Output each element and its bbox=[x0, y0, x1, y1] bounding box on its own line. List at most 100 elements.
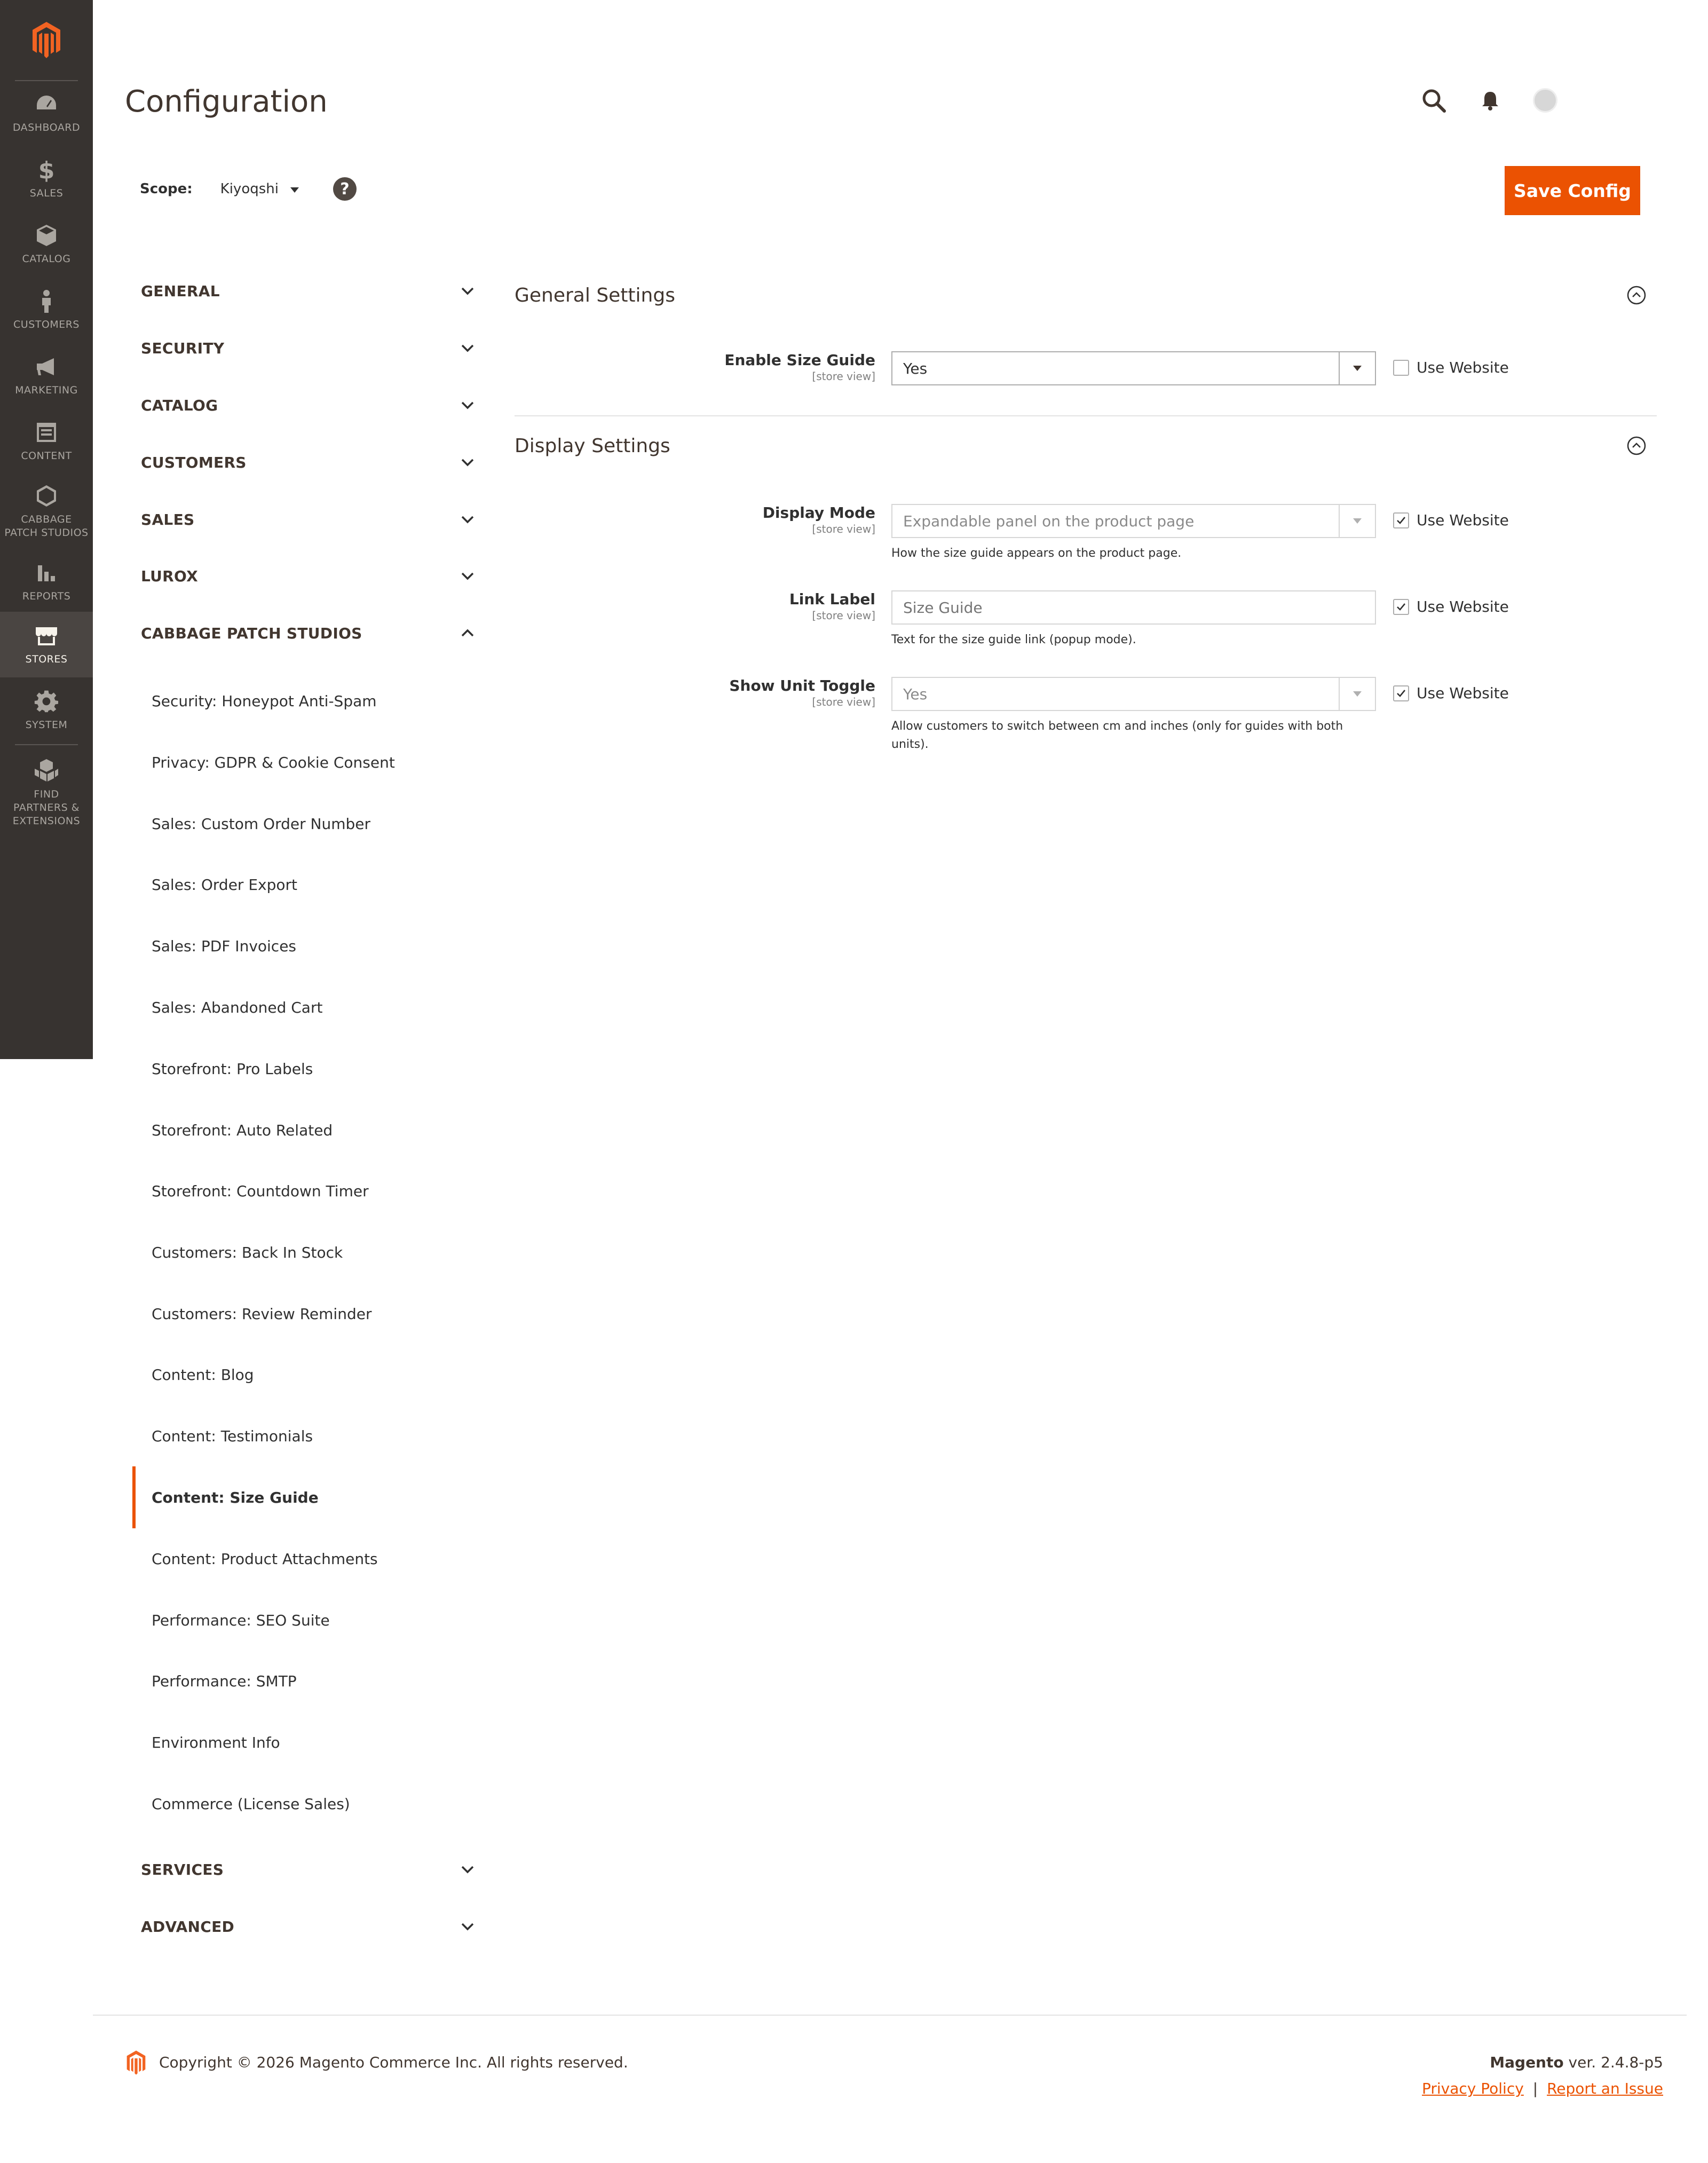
menu-item-sales[interactable]: $ Sales bbox=[0, 146, 93, 211]
tab-item-seo-suite[interactable]: Performance: SEO Suite bbox=[132, 1589, 477, 1651]
menu-item-label: Reports bbox=[22, 590, 71, 602]
bell-icon[interactable] bbox=[1480, 90, 1501, 111]
select-arrow-icon bbox=[1339, 352, 1375, 384]
menu-item-find-partners[interactable]: Find Partners & Extensions bbox=[0, 747, 93, 838]
tab-item-size-guide[interactable]: Content: Size Guide bbox=[132, 1466, 477, 1528]
menu-item-catalog[interactable]: Catalog bbox=[0, 211, 93, 277]
menu-item-stores[interactable]: Stores bbox=[0, 612, 93, 677]
tab-item-review-reminder[interactable]: Customers: Review Reminder bbox=[132, 1283, 477, 1345]
report-issue-link[interactable]: Report an Issue bbox=[1547, 2080, 1663, 2097]
use-website-enable[interactable]: Use Website bbox=[1393, 359, 1509, 376]
use-website-label: Use Website bbox=[1417, 598, 1509, 615]
tab-item-label: Environment Info bbox=[152, 1733, 280, 1751]
footer-links: Privacy Policy | Report an Issue bbox=[1422, 2080, 1663, 2097]
scope-bar: Scope: Kiyoqshi ? bbox=[140, 176, 357, 202]
tab-item-back-in-stock[interactable]: Customers: Back In Stock bbox=[132, 1221, 477, 1283]
field-link-label: Link Label [store view] Text for the siz… bbox=[515, 590, 1657, 654]
dollar-icon: $ bbox=[38, 157, 55, 183]
use-website-unit-toggle[interactable]: Use Website bbox=[1393, 684, 1509, 702]
user-avatar[interactable] bbox=[1533, 88, 1557, 113]
magento-logo[interactable] bbox=[0, 0, 93, 80]
menu-item-label: Sales bbox=[29, 187, 64, 199]
tab-item-commerce-license-sales[interactable]: Commerce (License Sales) bbox=[132, 1773, 477, 1835]
tab-item-honeypot-anti-spam[interactable]: Security: Honeypot Anti-Spam bbox=[132, 670, 477, 732]
chevron-down-icon bbox=[461, 459, 474, 467]
privacy-policy-link[interactable]: Privacy Policy bbox=[1422, 2080, 1524, 2097]
tab-group-advanced[interactable]: ADVANCED bbox=[125, 1903, 477, 1951]
tab-group-label: LUROX bbox=[141, 567, 199, 585]
footer-divider bbox=[93, 2015, 1687, 2016]
link-label-input[interactable] bbox=[891, 590, 1376, 625]
chevron-down-icon bbox=[461, 1866, 474, 1874]
display-mode-select[interactable]: Expandable panel on the product page bbox=[891, 504, 1376, 538]
tab-item-countdown-timer[interactable]: Storefront: Countdown Timer bbox=[132, 1160, 477, 1222]
tab-group-catalog[interactable]: CATALOG bbox=[125, 381, 477, 429]
enable-size-guide-select[interactable]: Yes bbox=[891, 351, 1376, 385]
field-note: Allow customers to switch between cm and… bbox=[891, 720, 1343, 751]
tab-group-customers[interactable]: CUSTOMERS bbox=[125, 438, 477, 486]
tab-item-label: Storefront: Pro Labels bbox=[152, 1060, 313, 1078]
admin-menu: Dashboard $ Sales Catalog Customers Mark… bbox=[0, 0, 93, 1059]
layout-icon bbox=[37, 423, 56, 442]
use-website-checkbox[interactable] bbox=[1393, 359, 1409, 376]
tab-group-label: GENERAL bbox=[141, 282, 220, 300]
menu-item-dashboard[interactable]: Dashboard bbox=[0, 80, 93, 146]
scope-switcher[interactable]: Kiyoqshi bbox=[220, 181, 299, 197]
chevron-down-icon bbox=[461, 287, 474, 295]
tab-group-general[interactable]: GENERAL bbox=[125, 267, 477, 315]
section-display-settings-header[interactable]: Display Settings bbox=[515, 427, 1657, 464]
tab-item-testimonials[interactable]: Content: Testimonials bbox=[132, 1405, 477, 1467]
tab-item-gdpr-cookie-consent[interactable]: Privacy: GDPR & Cookie Consent bbox=[132, 731, 477, 793]
tab-item-blog[interactable]: Content: Blog bbox=[132, 1344, 477, 1406]
search-icon[interactable] bbox=[1421, 88, 1446, 113]
use-website-checkbox[interactable] bbox=[1393, 685, 1409, 701]
menu-item-cabbage-patch-studios[interactable]: Cabbage Patch Studios bbox=[0, 474, 93, 549]
tab-item-order-export[interactable]: Sales: Order Export bbox=[132, 854, 477, 915]
tab-group-services[interactable]: SERVICES bbox=[125, 1845, 477, 1893]
menu-item-label: System bbox=[25, 719, 68, 731]
menu-item-marketing[interactable]: Marketing bbox=[0, 343, 93, 408]
menu-item-reports[interactable]: Reports bbox=[0, 549, 93, 614]
save-config-button[interactable]: Save Config bbox=[1505, 167, 1640, 215]
menu-item-label: Stores bbox=[25, 653, 68, 665]
help-icon[interactable]: ? bbox=[333, 177, 357, 201]
tab-group-lurox[interactable]: LUROX bbox=[125, 552, 477, 600]
use-website-label: Use Website bbox=[1417, 511, 1509, 529]
tab-item-label: Security: Honeypot Anti-Spam bbox=[152, 692, 377, 710]
collapse-up-icon[interactable] bbox=[1626, 285, 1647, 306]
menu-item-content[interactable]: Content bbox=[0, 408, 93, 474]
show-unit-toggle-select[interactable]: Yes bbox=[891, 677, 1376, 711]
tab-item-pro-labels[interactable]: Storefront: Pro Labels bbox=[132, 1038, 477, 1100]
menu-item-label: Dashboard bbox=[12, 122, 81, 133]
tab-item-label: Customers: Back In Stock bbox=[152, 1243, 343, 1261]
box-icon bbox=[37, 225, 56, 246]
tab-item-pdf-invoices[interactable]: Sales: PDF Invoices bbox=[132, 915, 477, 977]
tab-item-smtp[interactable]: Performance: SMTP bbox=[132, 1650, 477, 1712]
tab-item-product-attachments[interactable]: Content: Product Attachments bbox=[132, 1528, 477, 1590]
field-note: Text for the size guide link (popup mode… bbox=[891, 633, 1136, 646]
use-website-checkbox[interactable] bbox=[1393, 598, 1409, 615]
tab-group-label: CATALOG bbox=[141, 396, 218, 414]
tab-group-cabbage-patch-studios[interactable]: CABBAGE PATCH STUDIOS bbox=[125, 609, 477, 657]
bar-chart-icon bbox=[38, 565, 55, 581]
field-scope-note: [store view] bbox=[812, 696, 875, 708]
tab-group-security[interactable]: SECURITY bbox=[125, 324, 477, 372]
tab-item-environment-info[interactable]: Environment Info bbox=[132, 1711, 477, 1773]
use-website-checkbox[interactable] bbox=[1393, 512, 1409, 528]
menu-item-label: Cabbage Patch Studios bbox=[4, 514, 89, 539]
menu-item-label: Customers bbox=[13, 319, 80, 330]
section-general-settings-header[interactable]: General Settings bbox=[515, 277, 1657, 314]
tab-item-auto-related[interactable]: Storefront: Auto Related bbox=[132, 1099, 477, 1161]
select-value: Expandable panel on the product page bbox=[903, 512, 1195, 530]
tab-group-sales[interactable]: SALES bbox=[125, 495, 477, 543]
tab-item-label: Content: Size Guide bbox=[152, 1488, 319, 1506]
use-website-link-label[interactable]: Use Website bbox=[1393, 598, 1509, 615]
tab-item-custom-order-number[interactable]: Sales: Custom Order Number bbox=[132, 793, 477, 855]
menu-item-system[interactable]: System bbox=[0, 677, 93, 743]
tab-item-label: Storefront: Auto Related bbox=[152, 1121, 333, 1139]
collapse-up-icon[interactable] bbox=[1626, 435, 1647, 456]
menu-item-customers[interactable]: Customers bbox=[0, 277, 93, 343]
use-website-display-mode[interactable]: Use Website bbox=[1393, 511, 1509, 529]
tab-group-label: CABBAGE PATCH STUDIOS bbox=[141, 624, 362, 642]
tab-item-abandoned-cart[interactable]: Sales: Abandoned Cart bbox=[132, 976, 477, 1038]
